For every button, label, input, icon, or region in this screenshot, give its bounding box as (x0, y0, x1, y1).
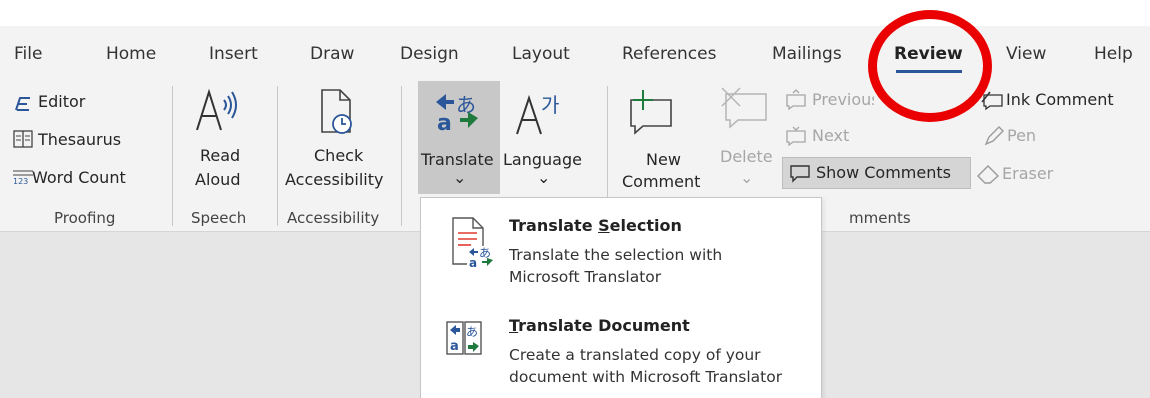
eraser-button[interactable]: Eraser (1002, 164, 1053, 184)
word-count-button[interactable]: Word Count (32, 168, 126, 188)
show-comments-icon (790, 165, 810, 183)
delete-comment-icon (721, 87, 767, 129)
tab-references[interactable]: References (622, 44, 716, 64)
language-dropdown-caret[interactable]: ⌄ (537, 168, 550, 188)
translate-label[interactable]: Translate (421, 150, 494, 170)
pen-icon (984, 126, 1004, 146)
translate-selection-item[interactable]: あ a Translate Selection Translate the se… (427, 208, 815, 298)
svg-text:あ: あ (479, 246, 491, 260)
thesaurus-button[interactable]: Thesaurus (38, 130, 121, 150)
group-label-speech: Speech (191, 209, 247, 227)
delete-dropdown-caret[interactable]: ⌄ (740, 168, 753, 188)
group-label-comments: mments (849, 209, 911, 227)
new-comment-icon (630, 90, 672, 135)
check-accessibility-icon (321, 89, 352, 134)
svg-text:あ: あ (466, 325, 478, 339)
check-label[interactable]: Check (314, 146, 363, 166)
translate-document-description: Create a translated copy of your documen… (509, 346, 783, 386)
editor-icon (15, 97, 30, 111)
svg-text:123: 123 (13, 177, 28, 186)
tab-insert[interactable]: Insert (209, 44, 258, 64)
language-icon: 가 (516, 93, 559, 135)
translate-selection-icon: あ a (452, 217, 493, 270)
group-separator (277, 86, 278, 226)
svg-text:가: 가 (541, 93, 559, 117)
comment-label[interactable]: Comment (622, 172, 700, 192)
previous-comment-icon (786, 89, 806, 111)
tab-design[interactable]: Design (400, 44, 459, 64)
translate-document-item[interactable]: a あ Translate Document Create a translat… (427, 310, 815, 396)
group-separator (172, 86, 173, 226)
tab-home[interactable]: Home (106, 44, 156, 64)
tab-layout[interactable]: Layout (512, 44, 570, 64)
accessibility-label[interactable]: Accessibility (285, 170, 383, 190)
translate-dropdown-menu: あ a Translate Selection Translate the se… (420, 197, 822, 398)
translate-document-title: Translate Document (509, 316, 690, 335)
translate-selection-description: Translate the selection with Microsoft T… (509, 246, 723, 286)
tab-file[interactable]: File (14, 44, 42, 64)
pen-button[interactable]: Pen (1007, 126, 1036, 146)
svg-text:a: a (450, 339, 459, 354)
translate-icon: あ a (436, 93, 478, 136)
translate-document-icon: a あ (446, 321, 482, 355)
red-annotation-circle (868, 10, 992, 122)
ink-comment-button[interactable]: Ink Comment (1006, 90, 1114, 110)
tab-mailings[interactable]: Mailings (772, 44, 842, 64)
new-label[interactable]: New (646, 150, 681, 170)
svg-text:a: a (437, 111, 452, 136)
svg-text:a: a (469, 256, 477, 270)
language-label[interactable]: Language (503, 150, 582, 170)
word-count-icon: 123 (13, 170, 33, 186)
previous-button[interactable]: Previous (812, 90, 874, 112)
svg-text:あ: あ (456, 93, 476, 117)
read-label[interactable]: Read (200, 146, 240, 166)
editor-button[interactable]: Editor (38, 92, 85, 112)
tab-draw[interactable]: Draw (310, 44, 354, 64)
show-comments-label: Show Comments (816, 163, 951, 182)
group-label-proofing: Proofing (54, 209, 116, 227)
next-button[interactable]: Next (812, 126, 849, 146)
tab-view[interactable]: View (1006, 44, 1046, 64)
thesaurus-icon (13, 130, 33, 148)
tab-help[interactable]: Help (1094, 44, 1133, 64)
eraser-icon (977, 165, 1000, 184)
translate-selection-title: Translate Selection (509, 216, 682, 235)
delete-label[interactable]: Delete (720, 147, 773, 167)
aloud-label[interactable]: Aloud (195, 170, 240, 190)
group-label-accessibility: Accessibility (287, 209, 380, 227)
group-separator (401, 86, 402, 226)
read-aloud-icon (196, 88, 237, 131)
translate-dropdown-caret[interactable]: ⌄ (453, 168, 466, 188)
previous-label: Previous (812, 90, 874, 109)
next-comment-icon (786, 126, 806, 147)
